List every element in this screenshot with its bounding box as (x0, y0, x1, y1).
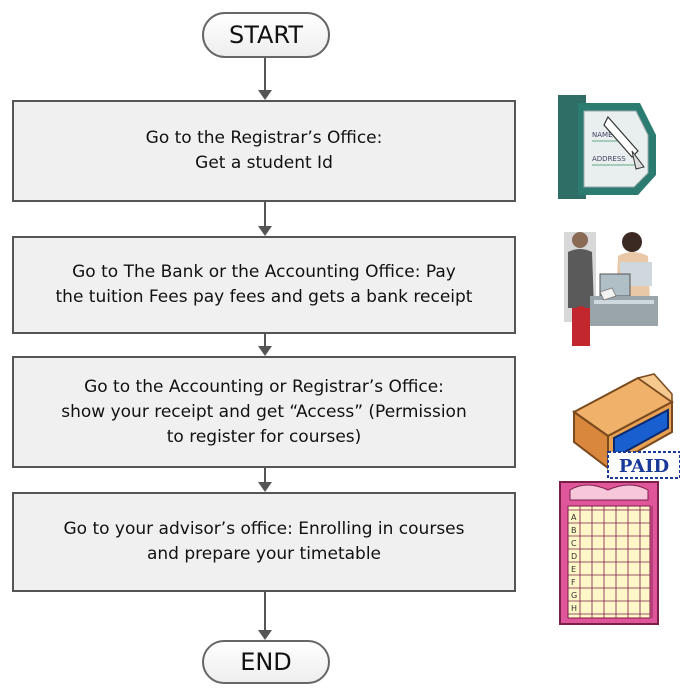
step1-line1: Go to the Registrar’s Office: (145, 128, 383, 148)
step4-line2: and prepare your timetable (146, 544, 382, 564)
timetable-row-letter: G (571, 591, 577, 600)
arrow-step2-to-step3 (258, 334, 272, 356)
timetable-row-letter: H (571, 604, 577, 613)
arrow-step3-to-step4 (258, 468, 272, 492)
timetable-row-letter: D (571, 552, 577, 561)
timetable-row-letter: F (571, 578, 576, 587)
timetable-icon: ABCDEFGH (559, 481, 659, 625)
step-bank-box: Go to The Bank or the Accounting Office:… (12, 236, 516, 334)
id-card-address-label: ADDRESS (592, 155, 626, 163)
paid-stamp-label: PAID (619, 456, 669, 477)
step1-line2: Get a student Id (195, 153, 333, 173)
id-card-name-label: NAME (592, 131, 613, 139)
step-advisor-box: Go to your advisor’s office: Enrolling i… (12, 492, 516, 592)
arrow-start-to-step1 (258, 58, 272, 100)
start-terminal: START (202, 12, 330, 58)
timetable-row-letter: C (571, 539, 577, 548)
end-label: END (240, 648, 292, 676)
id-card-icon: NAME ADDRESS (558, 95, 656, 199)
step2-line1: Go to The Bank or the Accounting Office:… (72, 262, 456, 282)
paid-box-icon: PAID (572, 373, 680, 479)
arrow-step4-to-end (258, 592, 272, 640)
end-terminal: END (202, 640, 330, 684)
step-access-box: Go to the Accounting or Registrar’s Offi… (12, 356, 516, 468)
step3-line3: to register for courses) (166, 426, 362, 447)
bank-teller-icon (564, 232, 658, 346)
timetable-row-letter: B (571, 526, 577, 535)
step4-line1: Go to your advisor’s office: Enrolling i… (63, 519, 465, 539)
step3-line1: Go to the Accounting or Registrar’s Offi… (84, 376, 444, 397)
step-registrar-box: Go to the Registrar’s Office: Get a stud… (12, 100, 516, 202)
timetable-row-letter: A (571, 513, 577, 522)
start-label: START (228, 21, 304, 49)
step2-line2: the tuition Fees pay fees and gets a ban… (55, 287, 473, 307)
arrow-step1-to-step2 (258, 202, 272, 236)
step3-line2: show your receipt and get “Access” (Perm… (61, 401, 467, 422)
timetable-row-letter: E (571, 565, 576, 574)
